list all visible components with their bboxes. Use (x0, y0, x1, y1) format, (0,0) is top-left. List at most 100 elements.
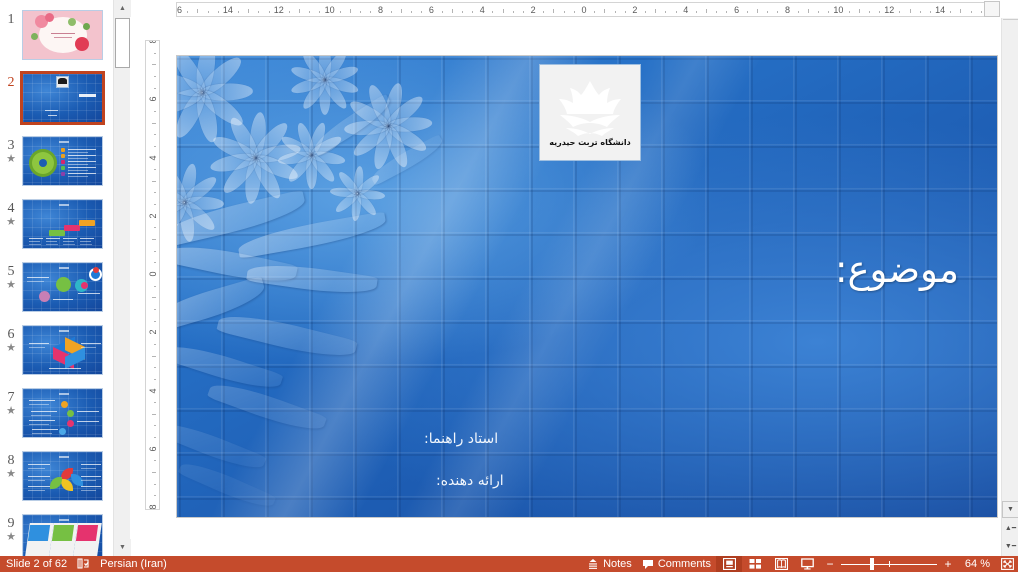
comments-button[interactable]: Comments (637, 556, 716, 572)
ruler-minor-tick (807, 9, 809, 13)
slide-thumbnail-item[interactable]: 1 (0, 10, 113, 73)
thumbnail-pane-scrollbar[interactable]: ▲ ▼ (113, 0, 131, 556)
reading-view-button[interactable] (768, 556, 794, 572)
thumbnail-image (23, 74, 102, 122)
slide-canvas[interactable]: دانشگاه تربت حیدریه موضوع: استاد راهنما:… (177, 56, 997, 517)
previous-slide-button[interactable]: ▲━ (1002, 519, 1018, 536)
ruler-tick-label: 2 (632, 5, 638, 15)
advisor-label[interactable]: استاد راهنما: (424, 431, 498, 447)
ruler-minor-tick (238, 11, 240, 13)
thumbnail-number-column: 4 ★ (0, 199, 22, 228)
accessibility-check-icon[interactable] (72, 556, 95, 572)
ruler-minor-tick (960, 9, 962, 13)
thumbnail-scroll-down-button[interactable]: ▼ (114, 539, 131, 556)
slide-thumbnail[interactable] (22, 325, 103, 375)
slide-thumbnail[interactable] (20, 71, 105, 125)
zoom-out-button[interactable]: − (824, 558, 836, 570)
slide-sorter-icon (749, 559, 761, 569)
slide-thumbnail-item[interactable]: 9 ★ (0, 514, 113, 556)
animation-star-icon[interactable]: ★ (6, 154, 16, 165)
scroll-down-button[interactable]: ▼ (1002, 501, 1018, 518)
ruler-minor-tick (217, 11, 219, 13)
slide-number: 3 (7, 138, 15, 153)
slide-vertical-scrollbar[interactable]: ▼ ▲━ ▼━ (1001, 18, 1018, 556)
ruler-minor-tick (492, 11, 494, 13)
zoom-slider-handle[interactable] (870, 558, 874, 570)
ruler-minor-tick (154, 110, 156, 112)
presenter-label[interactable]: ارائه دهنده: (436, 473, 504, 489)
slide-thumbnail[interactable] (22, 451, 103, 501)
slide-thumbnail-item[interactable]: 6 ★ (0, 325, 113, 388)
slide-count-indicator[interactable]: Slide 2 of 62 (0, 556, 72, 572)
slide-number: 6 (7, 327, 15, 342)
fit-slide-to-window-button[interactable] (996, 556, 1018, 572)
animation-star-icon[interactable]: ★ (6, 343, 16, 354)
language-indicator[interactable]: Persian (Iran) (95, 556, 172, 572)
slide-thumbnail-item[interactable]: 3 ★ (0, 136, 113, 199)
comments-label: Comments (657, 558, 711, 570)
slide-thumbnail[interactable] (22, 199, 103, 249)
slide-show-icon (800, 558, 814, 570)
ruler-minor-tick (563, 11, 565, 13)
reading-view-icon (774, 558, 788, 570)
ruler-minor-tick (461, 11, 463, 13)
ruler-minor-tick (675, 11, 677, 13)
next-slide-button[interactable]: ▼━ (1002, 537, 1018, 554)
slide-thumbnail[interactable] (22, 136, 103, 186)
slide-sorter-view-button[interactable] (742, 556, 768, 572)
ruler-minor-tick (706, 9, 708, 13)
thumbnail-scroll-up-button[interactable]: ▲ (114, 0, 131, 17)
zoom-control[interactable]: − + (820, 556, 958, 572)
ruler-minor-tick (154, 437, 156, 439)
ruler-minor-tick (594, 11, 596, 13)
ruler-tick-label: 2 (530, 5, 536, 15)
ruler-minor-tick (288, 11, 290, 13)
slide-thumbnail-item[interactable]: 5 ★ (0, 262, 113, 325)
zoom-in-button[interactable]: + (942, 558, 954, 570)
animation-star-icon[interactable]: ★ (6, 406, 16, 417)
thumbnail-scrollbar-thumb[interactable] (115, 18, 130, 68)
slide-thumbnail[interactable] (22, 10, 103, 60)
animation-star-icon[interactable]: ★ (6, 280, 16, 291)
ruler-corner-box[interactable] (984, 1, 1000, 17)
slide-thumbnail[interactable] (22, 514, 103, 556)
ruler-tick-label: 6 (148, 446, 158, 452)
powerpoint-window: 123★4★5★6★7★8★9★ ▲ ▼ 1614121086420246810… (0, 0, 1018, 572)
slide-show-button[interactable] (794, 556, 820, 572)
thumbnail-image (23, 11, 102, 59)
ruler-minor-tick (152, 239, 156, 241)
slide-thumbnail[interactable] (22, 388, 103, 438)
slide-thumbnail-item[interactable]: 7 ★ (0, 388, 113, 451)
animation-star-icon[interactable]: ★ (6, 469, 16, 480)
ruler-minor-tick (154, 367, 156, 369)
university-logo[interactable]: دانشگاه تربت حیدریه (539, 64, 641, 161)
slide-thumbnail[interactable] (22, 262, 103, 312)
subject-label[interactable]: موضوع: (835, 248, 959, 291)
ruler-tick-label: 6 (428, 5, 434, 15)
ruler-minor-tick (154, 192, 156, 194)
thumbnail-number-column: 7 ★ (0, 388, 22, 417)
ruler-minor-tick (858, 9, 860, 13)
zoom-slider[interactable] (841, 556, 937, 572)
ruler-minor-tick (154, 227, 156, 229)
slide-editing-area[interactable]: دانشگاه تربت حیدریه موضوع: استاد راهنما:… (161, 18, 997, 556)
animation-star-icon[interactable]: ★ (6, 532, 16, 543)
ruler-tick-label: 12 (273, 5, 284, 15)
notes-button[interactable]: Notes (582, 556, 637, 572)
zoom-percentage[interactable]: 64 % (958, 558, 996, 570)
ruler-minor-tick (645, 11, 647, 13)
slide-number: 8 (7, 453, 15, 468)
ruler-minor-tick (726, 11, 728, 13)
ruler-tick-label: 4 (148, 387, 158, 394)
normal-view-button[interactable] (716, 556, 742, 572)
ruler-minor-tick (502, 9, 504, 13)
slide-thumbnail-item[interactable]: 4 ★ (0, 199, 113, 262)
ruler-tick-label: 2 (148, 329, 158, 335)
slide-thumbnail-item[interactable]: 8 ★ (0, 451, 113, 514)
slide-thumbnail-pane[interactable]: 1 2 3 ★ 4 ★ 5 ★ 6 ★ 7 ★ 8 ★ 9 ★ (0, 0, 113, 556)
animation-star-icon[interactable]: ★ (6, 217, 16, 228)
notes-label: Notes (603, 558, 632, 570)
vertical-scrollbar-thumb[interactable] (1003, 19, 1018, 20)
thumbnail-number-column: 8 ★ (0, 451, 22, 480)
slide-thumbnail-item[interactable]: 2 (0, 71, 113, 136)
